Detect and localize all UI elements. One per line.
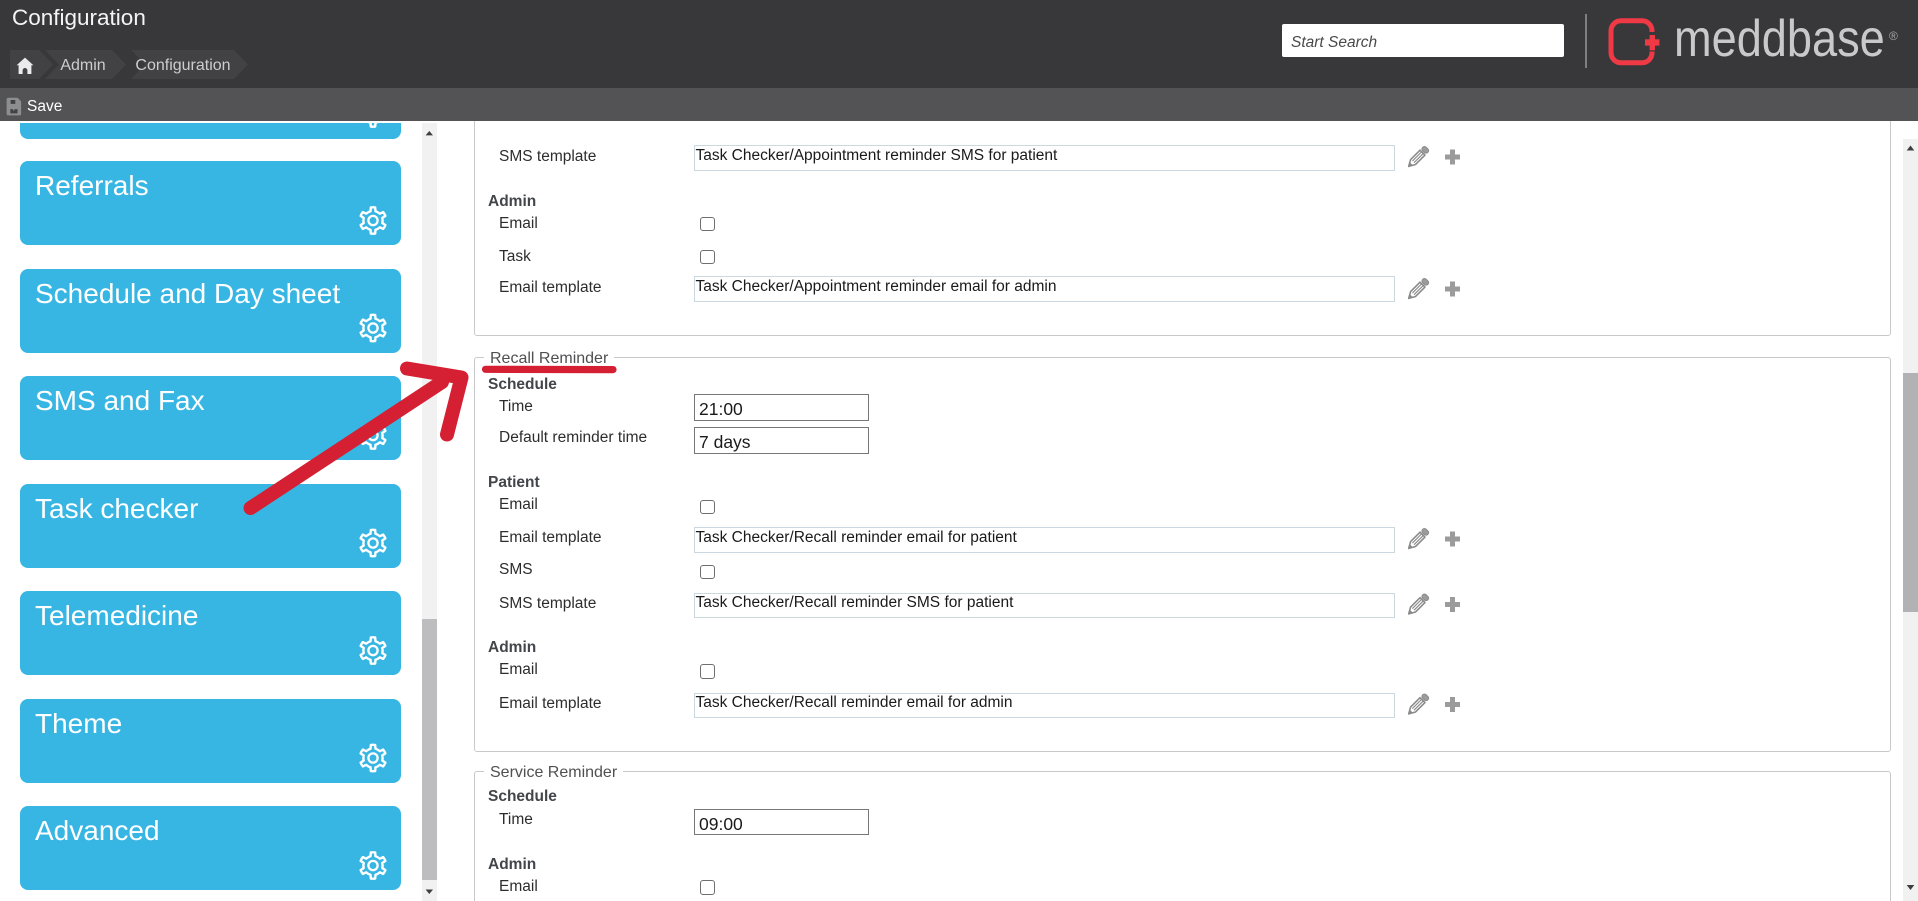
svg-text:Configuration: Configuration: [135, 57, 230, 74]
svg-text:Admin: Admin: [60, 57, 105, 74]
